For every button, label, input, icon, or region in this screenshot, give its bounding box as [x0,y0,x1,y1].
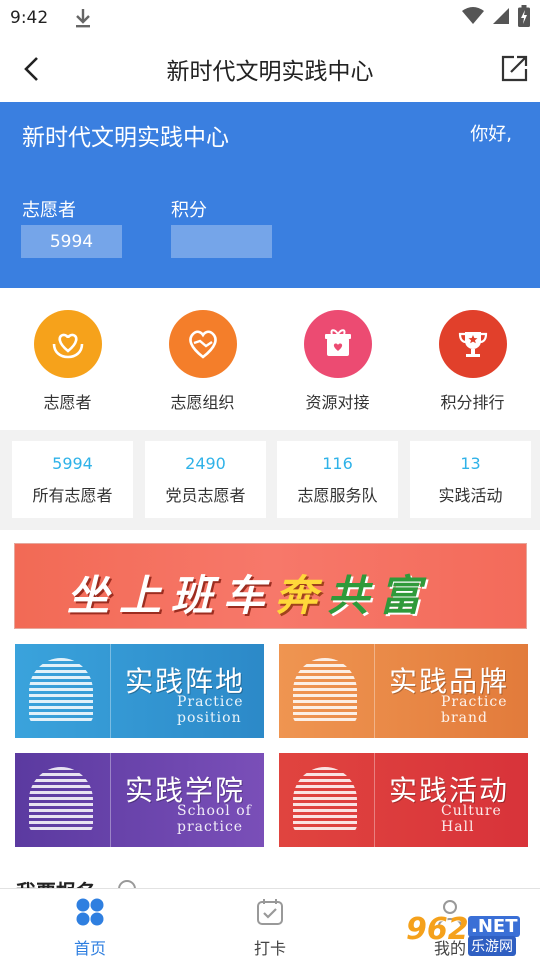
banner-area: 坐上班车奔共富 [0,530,540,630]
download-icon [74,7,92,29]
gift-icon [303,310,372,378]
hero-title: 新时代文明实践中心 [22,125,229,151]
stat-card-service-teams[interactable]: 116 志愿服务队 [277,441,398,518]
watermark-cn: 乐游网 [468,936,516,956]
back-icon[interactable] [18,54,48,84]
menu-item-resources[interactable]: 资源对接 [270,288,405,430]
wifi-icon [462,7,484,29]
stat-value: 116 [322,453,353,473]
tile-practice-school[interactable]: 实践学院 School of practice [15,753,264,847]
tile-emblem [29,767,93,833]
watermark-number: 962 [406,912,469,947]
banner-text: 坐上班车奔共富 [67,562,431,623]
heart-handshake-icon [168,310,237,378]
signal-icon [492,7,510,29]
watermark-net: .NET [468,916,521,937]
home-grid-icon [75,897,105,931]
stat-label: 党员志愿者 [165,485,246,505]
tile-practice-position[interactable]: 实践阵地 Practice position [15,644,264,738]
stat-label: 实践活动 [438,485,503,505]
trophy-icon [438,310,507,378]
nav-bar: 新时代文明实践中心 [0,36,540,102]
checkin-calendar-icon [255,897,285,931]
hero-panel: 新时代文明实践中心 你好, 志愿者 5994 积分 [0,102,540,288]
stat-value: 5994 [52,453,93,473]
status-time: 9:42 [10,8,49,28]
menu-label: 志愿组织 [170,393,235,412]
banner-text-part3: 共富 [327,571,432,620]
volunteer-label: 志愿者 [22,200,76,221]
heart-hands-icon [33,310,102,378]
tab-label: 首页 [73,939,106,958]
stat-card-party-volunteers[interactable]: 2490 党员志愿者 [145,441,266,518]
practice-tiles: 实践阵地 Practice position 实践品牌 Practice brand… [0,630,540,888]
menu-label: 积分排行 [440,393,505,412]
menu-item-volunteer[interactable]: 志愿者 [0,288,135,430]
banner-text-part2: 奔 [275,571,328,620]
tile-emblem [293,658,357,724]
site-watermark: 962 .NET 乐游网 [406,912,534,956]
feature-menu: 志愿者 志愿组织 资源对接 积分排行 [0,288,540,430]
tab-checkin[interactable]: 打卡 [180,889,360,960]
tile-subtitle: Culture Hall [441,803,502,835]
menu-item-ranking[interactable]: 积分排行 [405,288,540,430]
menu-item-organization[interactable]: 志愿组织 [135,288,270,430]
tile-practice-brand[interactable]: 实践品牌 Practice brand [279,644,528,738]
share-icon[interactable] [498,52,530,84]
stat-value: 13 [460,453,481,473]
banner-text-part1: 坐上班车 [67,571,276,620]
menu-label: 志愿者 [43,393,92,412]
menu-label: 资源对接 [305,393,370,412]
points-value [171,225,272,258]
stat-card-activities[interactable]: 13 实践活动 [410,441,531,518]
tile-practice-activity[interactable]: 实践活动 Culture Hall [279,753,528,847]
points-label: 积分 [171,200,207,221]
volunteer-count: 5994 [21,225,122,258]
stat-label: 所有志愿者 [32,485,113,505]
stat-card-all-volunteers[interactable]: 5994 所有志愿者 [12,441,133,518]
tile-subtitle: School of practice [177,803,252,835]
tile-emblem [29,658,93,724]
tab-label: 打卡 [253,939,286,958]
stat-value: 2490 [185,453,226,473]
promo-banner[interactable]: 坐上班车奔共富 [14,543,527,629]
tile-subtitle: Practice brand [441,694,508,726]
greeting-text: 你好, [470,124,512,145]
stat-label: 志愿服务队 [297,485,378,505]
tile-emblem [293,767,357,833]
battery-icon [518,5,530,31]
page-title: 新时代文明实践中心 [166,59,374,85]
tile-subtitle: Practice position [177,694,244,726]
status-bar: 9:42 [0,0,540,36]
stats-panel: 5994 所有志愿者 2490 党员志愿者 116 志愿服务队 13 实践活动 [0,430,540,530]
tab-home[interactable]: 首页 [0,889,180,960]
